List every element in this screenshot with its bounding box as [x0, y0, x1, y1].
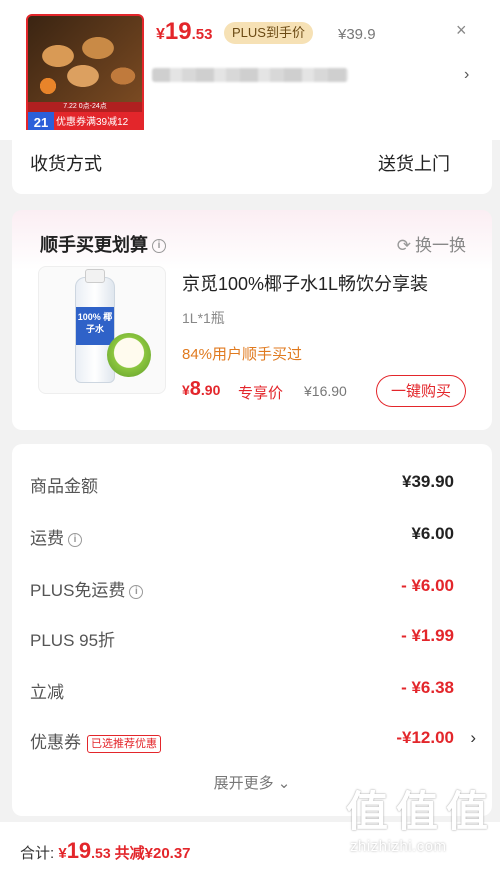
- swap-button[interactable]: ⟳ 换一换: [397, 231, 466, 256]
- watermark-glyph: 值: [396, 788, 439, 835]
- summary-row-instant-discount: 立减 - ¥6.38: [30, 678, 454, 702]
- product-thumbnail[interactable]: 7.22 0点-24点 21 优惠券满39减12: [26, 14, 144, 136]
- watermark-glyph: 值: [346, 788, 389, 835]
- delivery-value: 送货上门: [378, 154, 450, 174]
- promo-date: 7.22 0点-24点: [28, 102, 142, 112]
- food-image: [28, 16, 142, 102]
- one-click-buy-button[interactable]: 一键购买: [376, 375, 466, 407]
- delivery-method-row[interactable]: 收货方式 送货上门: [12, 130, 492, 194]
- addon-product-spec: 1L*1瓶: [182, 310, 225, 326]
- addon-original-price: ¥16.90: [304, 383, 347, 399]
- summary-row-goods: 商品金额 ¥39.90: [30, 472, 454, 496]
- coupon-tag: 已选推荐优惠: [87, 734, 161, 753]
- info-icon[interactable]: i: [68, 532, 82, 547]
- watermark-text: zhizhizhi.com: [350, 838, 447, 855]
- original-price: ¥39.9: [338, 26, 376, 43]
- refresh-icon: ⟳: [396, 236, 411, 255]
- bottle-cap: [85, 269, 105, 283]
- bottle-label: 100% 椰子水: [76, 307, 114, 345]
- total-saved: 共减¥20.37: [114, 845, 191, 862]
- addon-product-stat: 84%用户顺手买过: [182, 346, 303, 363]
- product-header: 7.22 0点-24点 21 优惠券满39减12 ¥19.53 PLUS到手价 …: [0, 0, 500, 140]
- site-watermark: 值 值 值 zhizhizhi.com: [346, 788, 494, 856]
- chevron-right-icon[interactable]: ›: [464, 66, 469, 84]
- summary-row-coupon[interactable]: 优惠券 已选推荐优惠 -¥12.00 ›: [30, 724, 476, 754]
- addon-product-name[interactable]: 京觅100%椰子水1L畅饮分享装: [182, 270, 428, 296]
- plus-price-badge: PLUS到手价: [224, 22, 313, 44]
- blurred-product-title: [152, 68, 348, 82]
- final-price: ¥19.53: [156, 18, 213, 45]
- price-summary: 商品金额 ¥39.90 运费 i ¥6.00 PLUS免运费 i - ¥6.00 P…: [12, 444, 492, 816]
- watermark-glyph: 值: [446, 788, 489, 835]
- summary-row-plus-discount: PLUS 95折 - ¥1.99: [30, 626, 454, 650]
- addon-recommendation: 顺手买更划算 i ⟳ 换一换 100% 椰子水 京觅100%椰子水1L畅饮分享装 1…: [12, 210, 492, 430]
- chevron-right-icon[interactable]: ›: [470, 728, 476, 748]
- addon-product-price: ¥8.90: [182, 378, 221, 400]
- addon-title: 顺手买更划算 i: [40, 231, 166, 257]
- info-icon[interactable]: i: [129, 584, 144, 599]
- coconut-water-image[interactable]: 100% 椰子水: [38, 266, 166, 394]
- delivery-label: 收货方式: [30, 154, 102, 174]
- total-amount: 合计: ¥19.53 共减¥20.37: [20, 838, 191, 863]
- summary-row-shipping: 运费 i ¥6.00: [30, 524, 454, 548]
- exclusive-price-tag: 专享价: [238, 385, 284, 402]
- summary-row-plus-free-shipping: PLUS免运费 i - ¥6.00: [30, 576, 454, 600]
- close-icon[interactable]: ×: [456, 20, 467, 41]
- info-icon[interactable]: i: [152, 239, 166, 254]
- coconut-shape: [107, 333, 151, 377]
